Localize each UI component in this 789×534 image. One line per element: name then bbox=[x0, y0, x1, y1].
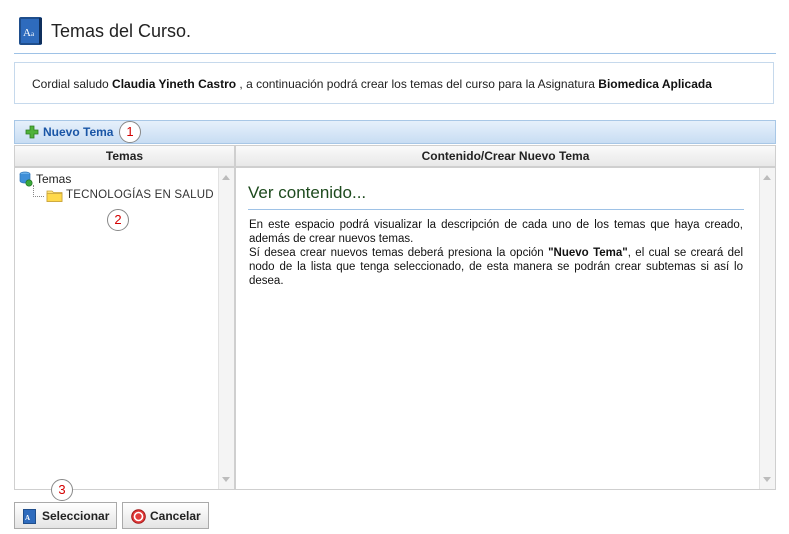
new-topic-label: Nuevo Tema bbox=[43, 125, 114, 139]
svg-text:A: A bbox=[23, 27, 31, 39]
callout-marker-2: 2 bbox=[107, 209, 129, 231]
content-paragraph-2-start: Sí desea crear nuevos temas deberá presi… bbox=[249, 247, 549, 259]
subject-name: Biomedica Aplicada bbox=[598, 77, 712, 91]
page-title: Temas del Curso. bbox=[51, 21, 192, 41]
content-column-header: Contenido/Crear Nuevo Tema bbox=[235, 145, 776, 167]
user-name: Claudia Yineth Castro bbox=[112, 77, 237, 91]
select-button-label: Seleccionar bbox=[42, 509, 110, 523]
callout-marker-3: 3 bbox=[51, 479, 73, 501]
book-icon: A a bbox=[19, 17, 42, 45]
content-title: Ver contenido... bbox=[248, 183, 367, 202]
cancel-icon bbox=[131, 509, 146, 524]
content-paragraph-1: En este espacio podrá visualizar la desc… bbox=[249, 219, 743, 245]
cancel-button[interactable]: Cancelar bbox=[122, 502, 209, 529]
content-scrollbar[interactable] bbox=[759, 168, 775, 489]
content-description: En este espacio podrá visualizar la desc… bbox=[249, 218, 743, 288]
svg-text:A: A bbox=[25, 514, 30, 522]
greeting-prefix: Cordial saludo bbox=[32, 77, 113, 91]
tree-scrollbar[interactable] bbox=[218, 168, 234, 489]
content-divider bbox=[248, 209, 744, 210]
scroll-up-arrow[interactable] bbox=[222, 175, 230, 180]
content-paragraph-2-bold: "Nuevo Tema" bbox=[548, 247, 628, 259]
scroll-down-arrow[interactable] bbox=[222, 477, 230, 482]
greeting-middle: , a continuación podrá crear los temas d… bbox=[236, 77, 599, 91]
plus-icon bbox=[25, 125, 39, 139]
tree-root-label: Temas bbox=[36, 172, 72, 186]
tree-connector bbox=[33, 185, 44, 197]
content-paragraph-2: Sí desea crear nuevos temas deberá presi… bbox=[249, 246, 743, 288]
book-icon: A bbox=[23, 509, 36, 524]
scroll-down-arrow[interactable] bbox=[763, 477, 771, 482]
greeting-message: Cordial saludo Claudia Yineth Castro , a… bbox=[14, 62, 774, 104]
tree-column-header: Temas bbox=[14, 145, 235, 167]
callout-marker-1: 1 bbox=[119, 121, 141, 143]
content-pane: Ver contenido... En este espacio podrá v… bbox=[235, 167, 776, 490]
header-divider bbox=[14, 53, 776, 54]
database-icon bbox=[19, 171, 33, 187]
folder-icon bbox=[46, 190, 63, 202]
scroll-up-arrow[interactable] bbox=[763, 175, 771, 180]
select-button[interactable]: A Seleccionar bbox=[14, 502, 117, 529]
tree-node-label: TECNOLOGÍAS EN SALUD bbox=[66, 189, 214, 201]
cancel-button-label: Cancelar bbox=[150, 509, 201, 523]
page-header: A a Temas del Curso. bbox=[18, 16, 778, 46]
